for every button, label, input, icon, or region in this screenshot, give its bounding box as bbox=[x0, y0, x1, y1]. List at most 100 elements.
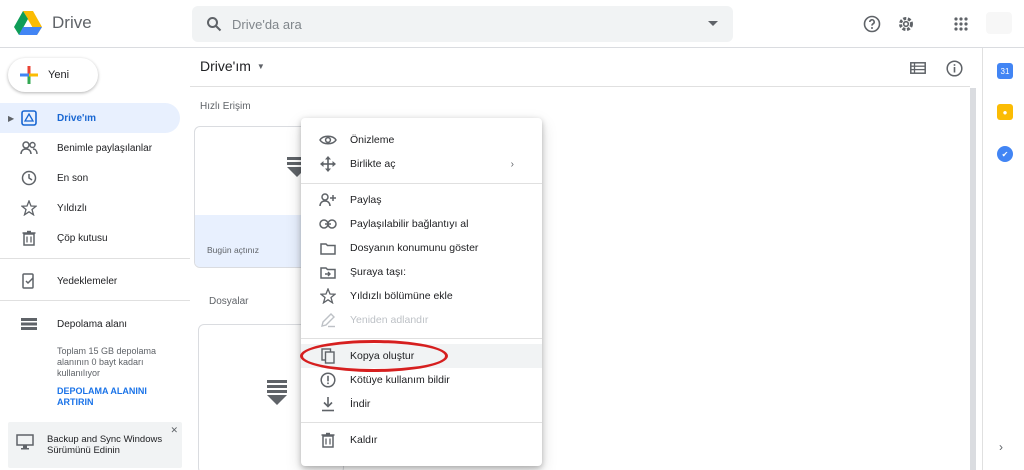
sidebar-item-recent[interactable]: En son bbox=[0, 163, 180, 193]
search-options-icon[interactable] bbox=[693, 21, 733, 27]
app-name: Drive bbox=[52, 13, 92, 32]
menu-item-label: Dosyanın konumunu göster bbox=[350, 242, 479, 254]
sidebar-item-shared-with-me[interactable]: Benimle paylaşılanlar bbox=[0, 133, 180, 163]
menu-divider bbox=[301, 183, 542, 184]
link-icon bbox=[319, 215, 337, 233]
top-bar: Drive bbox=[0, 0, 1024, 48]
menu-item-label: Paylaşılabilir bağlantıyı al bbox=[350, 218, 469, 230]
drive-app: Drive Drive'da ara Yeni ▶ Drive'ım Benim… bbox=[0, 0, 1024, 470]
page-title[interactable]: Drive'ım ▼ bbox=[200, 58, 265, 74]
sidebar-divider bbox=[0, 258, 190, 259]
menu-item-label: İndir bbox=[350, 398, 371, 410]
menu-item-label: Paylaş bbox=[350, 194, 382, 206]
folder-icon bbox=[319, 239, 337, 257]
backup-sync-banner[interactable]: Backup and Sync Windows Sürümünü Edinin … bbox=[8, 422, 182, 468]
calendar-icon[interactable]: 31 bbox=[997, 63, 1013, 79]
search-bar[interactable] bbox=[192, 6, 733, 42]
drive-icon bbox=[20, 109, 38, 127]
upgrade-storage-link[interactable]: DEPOLAMA ALANINI ARTIRIN bbox=[57, 386, 167, 408]
help-icon[interactable] bbox=[861, 13, 883, 35]
monitor-icon bbox=[16, 434, 34, 450]
move-icon bbox=[319, 155, 337, 173]
menu-item-label: Yeniden adlandır bbox=[350, 314, 429, 326]
side-panel: 31 ● ✔ › bbox=[982, 48, 1024, 470]
apps-grid-icon[interactable] bbox=[950, 13, 972, 35]
menu-item-label: Kötüye kullanım bildir bbox=[350, 374, 450, 386]
drive-logo-icon bbox=[14, 11, 42, 35]
menu-divider bbox=[301, 338, 542, 339]
menu-divider bbox=[301, 422, 542, 423]
sidebar: Yeni ▶ Drive'ım Benimle paylaşılanlar En… bbox=[0, 48, 190, 470]
search-input[interactable] bbox=[232, 16, 693, 32]
menu-item-rename: Yeniden adlandır bbox=[301, 308, 542, 332]
context-menu: Önizleme Birlikte aç › Paylaş Paylaşılab… bbox=[301, 118, 542, 466]
submenu-arrow-icon: › bbox=[510, 158, 514, 170]
menu-item-label: Şuraya taşı: bbox=[350, 266, 407, 278]
backup-banner-text: Backup and Sync Windows Sürümünü Edinin bbox=[47, 434, 163, 456]
sidebar-item-backups[interactable]: Yedeklemeler bbox=[0, 266, 180, 296]
chevron-down-icon: ▼ bbox=[256, 61, 265, 71]
sidebar-item-my-drive[interactable]: ▶ Drive'ım bbox=[0, 103, 180, 133]
star-icon bbox=[319, 287, 337, 305]
sidebar-item-starred[interactable]: Yıldızlı bbox=[0, 193, 180, 223]
search-icon[interactable] bbox=[196, 16, 232, 32]
trash-icon bbox=[319, 431, 337, 449]
people-icon bbox=[20, 139, 38, 157]
storage-usage-text: Toplam 15 GB depolama alanının 0 bayt ka… bbox=[57, 346, 157, 378]
settings-gear-icon[interactable] bbox=[895, 13, 917, 35]
menu-item-add-star[interactable]: Yıldızlı bölümüne ekle bbox=[301, 284, 542, 308]
document-icon bbox=[267, 380, 287, 405]
trash-icon bbox=[20, 229, 38, 247]
sidebar-divider bbox=[0, 300, 190, 301]
sidebar-item-label: Çöp kutusu bbox=[57, 232, 108, 244]
plus-icon bbox=[20, 66, 38, 84]
chevron-right-icon[interactable]: › bbox=[999, 440, 1003, 454]
menu-item-download[interactable]: İndir bbox=[301, 392, 542, 416]
sidebar-item-label: En son bbox=[57, 172, 89, 184]
new-button[interactable]: Yeni bbox=[8, 58, 98, 92]
expand-caret-icon[interactable]: ▶ bbox=[8, 114, 14, 123]
files-label: Dosyalar bbox=[209, 296, 249, 307]
close-icon[interactable]: ✕ bbox=[170, 425, 178, 436]
highlight-circle-annotation bbox=[300, 340, 448, 372]
menu-item-label: Yıldızlı bölümüne ekle bbox=[350, 290, 453, 302]
sidebar-item-storage[interactable]: Depolama alanı bbox=[0, 309, 180, 339]
main-divider bbox=[190, 86, 970, 87]
page-title-text: Drive'ım bbox=[200, 58, 251, 74]
info-icon[interactable] bbox=[944, 58, 964, 78]
menu-item-move-to[interactable]: Şuraya taşı: bbox=[301, 260, 542, 284]
menu-item-report-abuse[interactable]: Kötüye kullanım bildir bbox=[301, 368, 542, 392]
drive-logo[interactable]: Drive bbox=[14, 10, 92, 36]
menu-item-label: Kaldır bbox=[350, 434, 378, 446]
folder-move-icon bbox=[319, 263, 337, 281]
backup-icon bbox=[20, 272, 38, 290]
sidebar-item-label: Depolama alanı bbox=[57, 318, 128, 330]
menu-item-show-location[interactable]: Dosyanın konumunu göster bbox=[301, 236, 542, 260]
pencil-icon bbox=[319, 311, 337, 329]
report-icon bbox=[319, 371, 337, 389]
menu-item-label: Birlikte aç bbox=[350, 158, 396, 170]
star-icon bbox=[20, 199, 38, 217]
quick-access-card-reason: Bugün açtınız bbox=[207, 245, 259, 255]
new-button-label: Yeni bbox=[48, 69, 70, 81]
keep-icon[interactable]: ● bbox=[997, 104, 1013, 120]
account-avatar[interactable] bbox=[986, 12, 1012, 34]
sidebar-item-trash[interactable]: Çöp kutusu bbox=[0, 223, 180, 253]
storage-icon bbox=[20, 315, 38, 333]
menu-item-share[interactable]: Paylaş bbox=[301, 188, 542, 212]
sidebar-item-label: Benimle paylaşılanlar bbox=[57, 142, 153, 154]
menu-item-open-with[interactable]: Birlikte aç › bbox=[301, 152, 542, 176]
menu-item-label: Önizleme bbox=[350, 134, 395, 146]
menu-item-remove[interactable]: Kaldır bbox=[301, 428, 542, 452]
menu-item-preview[interactable]: Önizleme bbox=[301, 128, 542, 152]
sidebar-item-label: Yedeklemeler bbox=[57, 275, 118, 287]
quick-access-label: Hızlı Erişim bbox=[200, 101, 251, 112]
scrollbar[interactable] bbox=[970, 88, 976, 470]
sidebar-item-label: Yıldızlı bbox=[57, 202, 88, 214]
list-view-icon[interactable] bbox=[908, 58, 928, 78]
download-icon bbox=[319, 395, 337, 413]
clock-icon bbox=[20, 169, 38, 187]
menu-item-get-link[interactable]: Paylaşılabilir bağlantıyı al bbox=[301, 212, 542, 236]
tasks-icon[interactable]: ✔ bbox=[997, 146, 1013, 162]
eye-icon bbox=[319, 131, 337, 149]
